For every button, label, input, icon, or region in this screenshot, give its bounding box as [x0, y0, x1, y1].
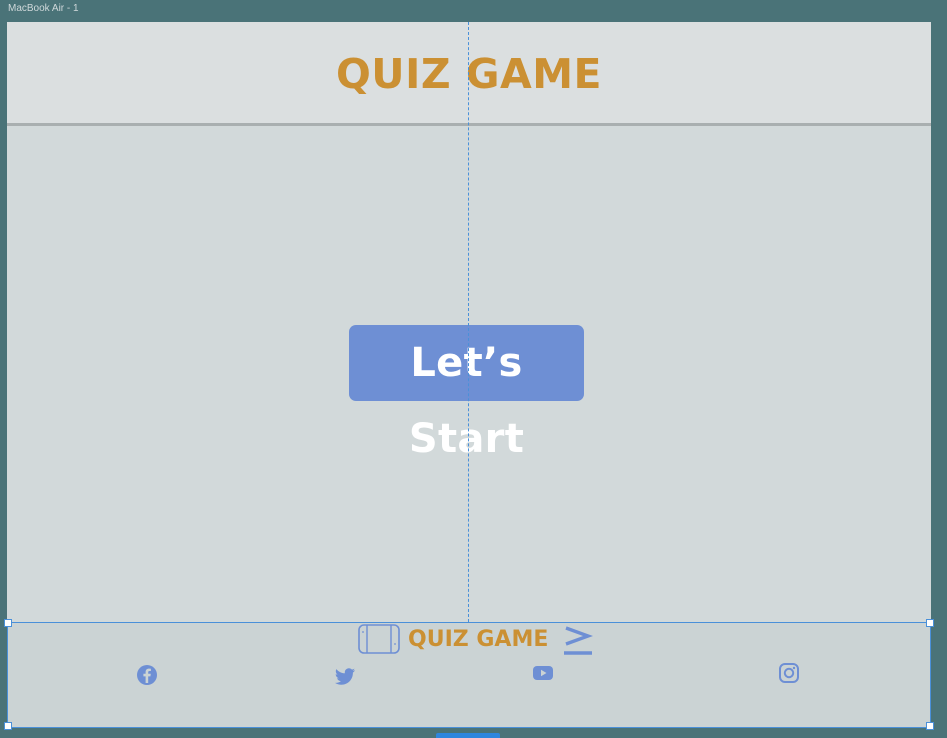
- resize-handle-top-left[interactable]: [4, 619, 12, 627]
- main-content: Let’s Start: [7, 126, 931, 622]
- lets-start-button[interactable]: Let’s Start: [349, 325, 584, 462]
- resize-handle-bottom-left[interactable]: [4, 722, 12, 730]
- page-title: QUIZ GAME: [335, 50, 603, 98]
- frame-label[interactable]: MacBook Air - 1: [8, 3, 79, 14]
- resize-handle-bottom-right[interactable]: [926, 722, 934, 730]
- header: QUIZ GAME: [7, 22, 931, 126]
- footer-selection-outline: [7, 622, 931, 728]
- selection-size-tab[interactable]: [436, 733, 500, 738]
- center-guide-line: [468, 22, 469, 622]
- resize-handle-top-right[interactable]: [926, 619, 934, 627]
